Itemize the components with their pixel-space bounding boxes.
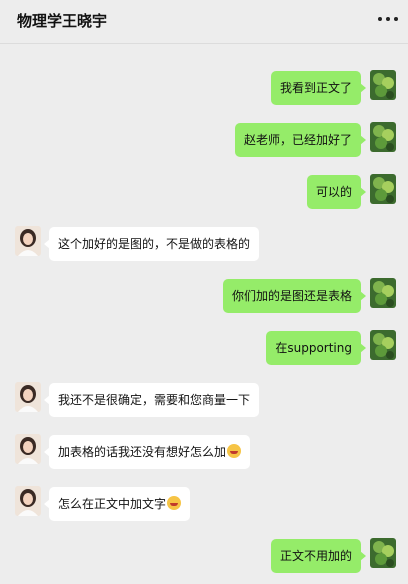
message-row: 这个加好的是图的，不是做的表格的 xyxy=(0,226,408,262)
message-row: 我还不是很确定，需要和您商量一下 xyxy=(0,382,408,418)
my-avatar[interactable] xyxy=(370,174,396,204)
message-row: 可以的 xyxy=(0,174,408,210)
message-text: 加表格的话我还没有想好怎么加 xyxy=(58,445,227,459)
message-bubble[interactable]: 可以的 xyxy=(306,175,367,209)
my-avatar[interactable] xyxy=(370,122,396,152)
message-row: 在supporting xyxy=(0,330,408,366)
chat-header: 物理学王晓宇 xyxy=(0,0,408,44)
more-dots-icon[interactable] xyxy=(378,16,398,22)
grimace-emoji-icon xyxy=(167,496,182,510)
message-bubble[interactable]: 这个加好的是图的，不是做的表格的 xyxy=(43,227,260,261)
message-row: 你们加的是图还是表格 xyxy=(0,278,408,314)
message-row: 正文不用加的 xyxy=(0,538,408,574)
chat-title: 物理学王晓宇 xyxy=(17,12,108,30)
message-bubble[interactable]: 赵老师，已经加好了 xyxy=(234,123,367,157)
message-bubble[interactable]: 加表格的话我还没有想好怎么加 xyxy=(43,435,251,469)
my-avatar[interactable] xyxy=(370,538,396,568)
message-bubble[interactable]: 怎么在正文中加文字 xyxy=(43,487,191,521)
my-avatar[interactable] xyxy=(370,330,396,360)
contact-avatar[interactable] xyxy=(15,486,41,516)
my-avatar[interactable] xyxy=(370,278,396,308)
message-list[interactable]: 我看到正文了 赵老师，已经加好了 可以的 这个加好的是图的，不是做的表格的 你们… xyxy=(0,44,408,584)
contact-avatar[interactable] xyxy=(15,382,41,412)
message-bubble[interactable]: 正文不用加的 xyxy=(270,539,367,573)
message-text: 怎么在正文中加文字 xyxy=(58,497,167,511)
message-bubble[interactable]: 我还不是很确定，需要和您商量一下 xyxy=(43,383,260,417)
contact-avatar[interactable] xyxy=(15,226,41,256)
contact-avatar[interactable] xyxy=(15,434,41,464)
message-bubble[interactable]: 你们加的是图还是表格 xyxy=(222,279,367,313)
message-bubble[interactable]: 我看到正文了 xyxy=(270,71,367,105)
message-row: 怎么在正文中加文字 xyxy=(0,486,408,522)
message-row: 赵老师，已经加好了 xyxy=(0,122,408,158)
my-avatar[interactable] xyxy=(370,70,396,100)
message-row: 加表格的话我还没有想好怎么加 xyxy=(0,434,408,470)
message-bubble[interactable]: 在supporting xyxy=(266,331,366,365)
message-row: 我看到正文了 xyxy=(0,70,408,106)
grimace-emoji-icon xyxy=(227,444,242,458)
